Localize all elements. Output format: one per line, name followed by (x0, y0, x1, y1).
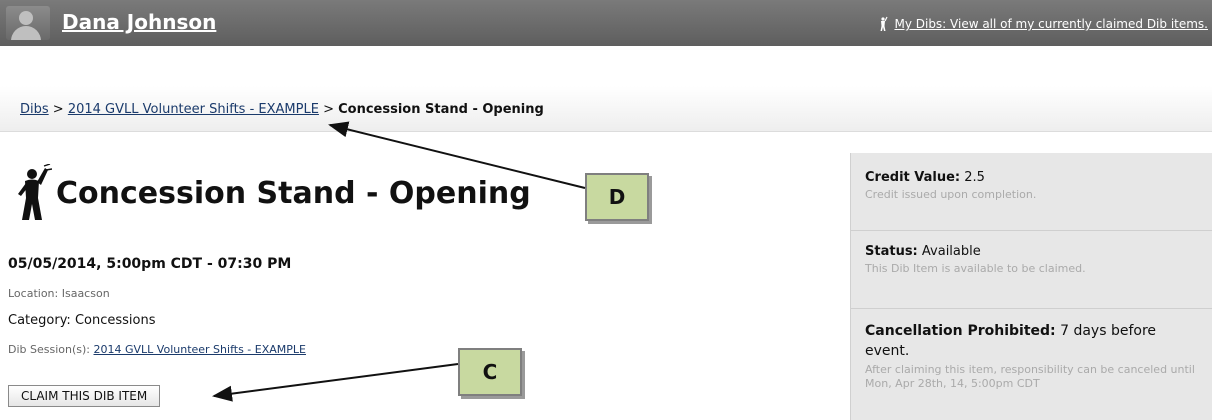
cancellation-box: Cancellation Prohibited: 7 days before e… (851, 309, 1212, 420)
waving-person-icon (880, 16, 889, 31)
breadcrumb-dibs-link[interactable]: Dibs (20, 102, 49, 117)
breadcrumb: Dibs > 2014 GVLL Volunteer Shifts - EXAM… (20, 102, 544, 117)
cancel-label: Cancellation Prohibited: (865, 323, 1056, 339)
breadcrumb-separator: > (48, 102, 68, 117)
page-title: Concession Stand - Opening (56, 175, 531, 211)
breadcrumb-session-link[interactable]: 2014 GVLL Volunteer Shifts - EXAMPLE (68, 102, 319, 117)
title-row: Concession Stand - Opening (14, 164, 531, 222)
status-value: Available (917, 244, 981, 259)
item-session: Dib Session(s): 2014 GVLL Volunteer Shif… (8, 343, 306, 356)
item-location: Location: Isaacson (8, 287, 110, 300)
waving-person-icon (18, 164, 52, 220)
avatar-icon[interactable] (6, 6, 50, 40)
cancel-note: After claiming this item, responsibility… (865, 363, 1195, 390)
breadcrumb-current: Concession Stand - Opening (338, 102, 544, 117)
my-dibs: My Dibs: View all of my currently claime… (878, 16, 1208, 32)
callout-d: D (585, 173, 649, 221)
credit-value: 2.5 (960, 170, 985, 185)
top-header-bar: Dana Johnson My Dibs: View all of my cur… (0, 0, 1212, 46)
item-category: Category: Concessions (8, 313, 156, 328)
breadcrumb-bar: Dibs > 2014 GVLL Volunteer Shifts - EXAM… (0, 86, 1212, 132)
session-label: Dib Session(s): (8, 343, 94, 356)
credit-value-box: Credit Value: 2.5 Credit issued upon com… (851, 153, 1212, 231)
credit-note: Credit issued upon completion. (865, 188, 1037, 201)
callout-c: C (458, 348, 522, 396)
item-details-panel: Credit Value: 2.5 Credit issued upon com… (850, 153, 1212, 420)
status-box: Status: Available This Dib Item is avail… (851, 231, 1212, 309)
user-name-link[interactable]: Dana Johnson (62, 10, 216, 34)
credit-label: Credit Value: (865, 170, 961, 185)
status-label: Status: (865, 244, 918, 259)
status-note: This Dib Item is available to be claimed… (865, 262, 1086, 275)
my-dibs-link[interactable]: My Dibs: View all of my currently claime… (894, 17, 1208, 31)
claim-dib-button[interactable]: CLAIM THIS DIB ITEM (8, 385, 161, 407)
arrow-c (212, 363, 459, 402)
item-datetime: 05/05/2014, 5:00pm CDT - 07:30 PM (8, 256, 292, 272)
session-link[interactable]: 2014 GVLL Volunteer Shifts - EXAMPLE (94, 343, 306, 356)
breadcrumb-separator: > (318, 102, 339, 117)
